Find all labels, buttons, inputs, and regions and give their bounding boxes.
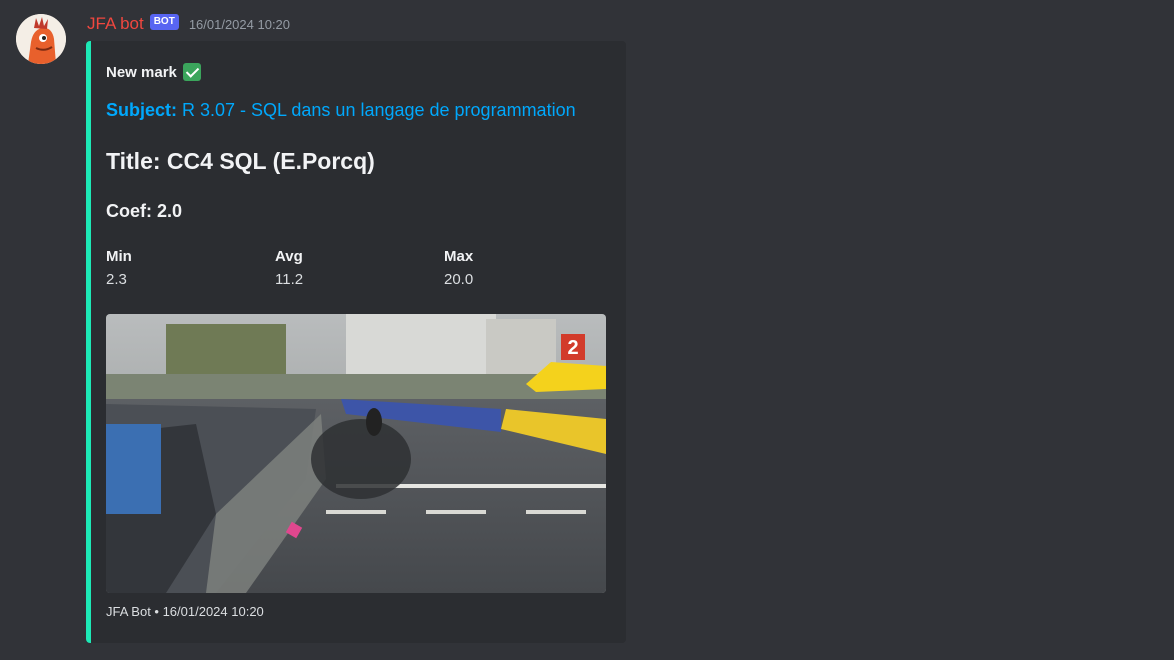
embed-footer: JFA Bot • 16/01/2024 10:20 (106, 604, 264, 619)
field-min: Min 2.3 (106, 248, 266, 288)
bot-avatar[interactable] (16, 14, 66, 64)
field-value: 20.0 (444, 271, 474, 288)
field-name: Min (106, 248, 132, 265)
check-mark-icon (182, 63, 201, 81)
field-value: 11.2 (275, 271, 304, 288)
embed-image[interactable]: 2 (106, 314, 606, 593)
field-name: Max (444, 248, 474, 265)
embed-subject-link[interactable]: Subject: R 3.07 - SQL dans un langage de… (106, 100, 576, 121)
field-name: Avg (275, 248, 303, 265)
field-max: Max 20.0 (444, 248, 604, 288)
field-avg: Avg 11.2 (275, 248, 435, 288)
cycling-race-image: 2 (106, 314, 606, 593)
embed-author-text: New mark (106, 63, 177, 81)
embed-card: New mark Subject: R 3.07 - SQL dans un l… (86, 41, 626, 643)
message-header: JFA bot BOT 16/01/2024 10:20 (87, 12, 290, 36)
channel-logo-text: 2 (567, 337, 578, 359)
subject-value: R 3.07 - SQL dans un langage de programm… (177, 100, 576, 120)
bot-tag: BOT (149, 14, 179, 30)
field-value: 2.3 (106, 271, 127, 288)
message-timestamp[interactable]: 16/01/2024 10:20 (189, 17, 290, 32)
embed-author: New mark (106, 63, 201, 81)
subject-label: Subject: (106, 100, 178, 120)
embed-coef: Coef: 2.0 (106, 201, 183, 221)
username[interactable]: JFA bot (87, 14, 144, 34)
embed-title: Title: CC4 SQL (E.Porcq) (106, 148, 375, 174)
chat-message: JFA bot BOT 16/01/2024 10:20 New mark Su… (0, 0, 1174, 660)
